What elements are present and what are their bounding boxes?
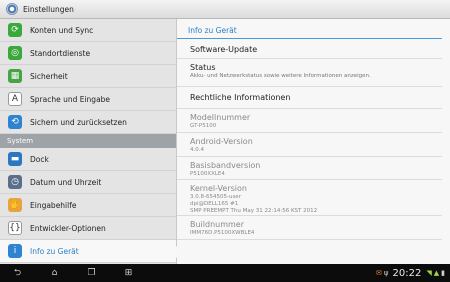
clock-icon: ◷ bbox=[8, 175, 22, 189]
sidebar-item-label: Sicherheit bbox=[30, 71, 68, 81]
settings-sidebar: ⟳ Konten und Sync ◎ Standortdienste ▦ Sicherh… bbox=[0, 19, 177, 264]
sidebar-item[interactable]: ⟳ Konten und Sync bbox=[0, 19, 176, 42]
info-row[interactable]: Software-Update bbox=[177, 39, 442, 59]
clock-time: 20:22 bbox=[392, 267, 422, 279]
sidebar-item-label: Info zu Gerät bbox=[30, 246, 79, 256]
sidebar-item[interactable]: ▬ Dock bbox=[0, 148, 176, 171]
content-pane: Info zu Gerät Software-Update Status Akku-… bbox=[177, 19, 450, 264]
info-row: Buildnummer IMM76D.P5100XWBLE4 bbox=[177, 216, 442, 240]
signal-icon: ▲ bbox=[433, 269, 440, 277]
notification-icon: ✉ bbox=[376, 269, 382, 277]
section-header-system: System bbox=[0, 134, 176, 148]
info-row-title: Buildnummer bbox=[190, 220, 245, 229]
battery-icon: ▮ bbox=[441, 269, 445, 277]
content-title: Info zu Gerät bbox=[188, 26, 237, 35]
recent-apps-icon[interactable]: ❐ bbox=[84, 268, 99, 278]
home-icon[interactable]: ⌂ bbox=[47, 268, 62, 278]
info-row-value: IMM76D.P5100XWBLE4 bbox=[190, 230, 255, 236]
info-row-value: 3.0.8-654505-user dpi@DELL165 #1 SMP PRE… bbox=[190, 194, 318, 214]
settings-app-icon[interactable] bbox=[6, 3, 18, 15]
sidebar-item-label: Standortdienste bbox=[30, 48, 91, 58]
sidebar-item-label: Konten und Sync bbox=[30, 25, 94, 35]
info-row-title: Kernel-Version bbox=[190, 184, 247, 193]
info-row-value: Akku- und Netzwerkstatus sowie weitere I… bbox=[190, 73, 371, 79]
info-row-title: Rechtliche Informationen bbox=[190, 93, 291, 102]
sidebar-item[interactable]: ◎ Standortdienste bbox=[0, 42, 176, 65]
usb-icon: ψ bbox=[383, 269, 389, 277]
status-area[interactable]: ✉ ψ 20:22 ◥ ▲ ▮ bbox=[374, 264, 450, 282]
info-row-title: Android-Version bbox=[190, 137, 253, 146]
sidebar-item[interactable]: A Sprache und Eingabe bbox=[0, 88, 176, 111]
sidebar-item[interactable]: ◷ Datum und Uhrzeit bbox=[0, 171, 176, 194]
location-icon: ◎ bbox=[8, 46, 22, 60]
info-row-value: P5100XXLE4 bbox=[190, 171, 225, 177]
info-row-title: Status bbox=[190, 63, 216, 72]
info-row-title: Software-Update bbox=[190, 45, 258, 54]
action-bar: Einstellungen bbox=[0, 0, 450, 19]
sidebar-item[interactable]: i Info zu Gerät bbox=[0, 240, 177, 263]
section-header-label: System bbox=[7, 137, 34, 145]
dock-icon: ▬ bbox=[8, 152, 22, 166]
info-row-value: 4.0.4 bbox=[190, 147, 204, 153]
accessibility-hand-icon: ✋ bbox=[8, 198, 22, 212]
system-nav-bar: ⮌ ⌂ ❐ ⊞ ✉ ψ 20:22 ◥ ▲ ▮ bbox=[0, 264, 450, 282]
sidebar-item-label: Eingabehilfe bbox=[30, 200, 77, 210]
developer-icon: {} bbox=[8, 221, 22, 235]
sidebar-item-label: Sprache und Eingabe bbox=[30, 94, 111, 104]
language-icon: A bbox=[8, 92, 22, 106]
sidebar-item-label: Datum und Uhrzeit bbox=[30, 177, 102, 187]
sync-icon: ⟳ bbox=[8, 23, 22, 37]
sidebar-item[interactable]: {} Entwickler-Optionen bbox=[0, 217, 176, 240]
screenshot-icon[interactable]: ⊞ bbox=[121, 268, 136, 278]
info-row-title: Modellnummer bbox=[190, 113, 251, 122]
info-icon: i bbox=[8, 244, 22, 258]
info-row: Kernel-Version 3.0.8-654505-user dpi@DELL… bbox=[177, 180, 442, 216]
info-row: Modellnummer GT-P5100 bbox=[177, 109, 442, 133]
sidebar-item[interactable]: ▦ Sicherheit bbox=[0, 65, 176, 88]
back-icon[interactable]: ⮌ bbox=[10, 265, 25, 281]
info-row: Basisbandversion P5100XXLE4 bbox=[177, 157, 442, 180]
security-grid-icon: ▦ bbox=[8, 69, 22, 83]
backup-icon: ⟲ bbox=[8, 115, 22, 129]
info-row: Android-Version 4.0.4 bbox=[177, 133, 442, 157]
content-header: Info zu Gerät bbox=[177, 19, 442, 39]
sidebar-item[interactable]: ✋ Eingabehilfe bbox=[0, 194, 176, 217]
info-list: Software-Update Status Akku- und Netzwerks… bbox=[177, 39, 450, 240]
sidebar-item-label: Entwickler-Optionen bbox=[30, 223, 106, 233]
info-row[interactable]: Status Akku- und Netzwerkstatus sowie wei… bbox=[177, 59, 442, 87]
info-row-value: GT-P5100 bbox=[190, 123, 217, 129]
sidebar-item-label: Dock bbox=[30, 154, 49, 164]
wifi-icon: ◥ bbox=[426, 269, 432, 277]
sidebar-item[interactable]: ⟲ Sichern und zurücksetzen bbox=[0, 111, 176, 134]
app-title: Einstellungen bbox=[23, 4, 74, 14]
sidebar-item-label: Sichern und zurücksetzen bbox=[30, 117, 127, 127]
info-row[interactable]: Rechtliche Informationen bbox=[177, 87, 442, 109]
info-row-title: Basisbandversion bbox=[190, 161, 261, 170]
